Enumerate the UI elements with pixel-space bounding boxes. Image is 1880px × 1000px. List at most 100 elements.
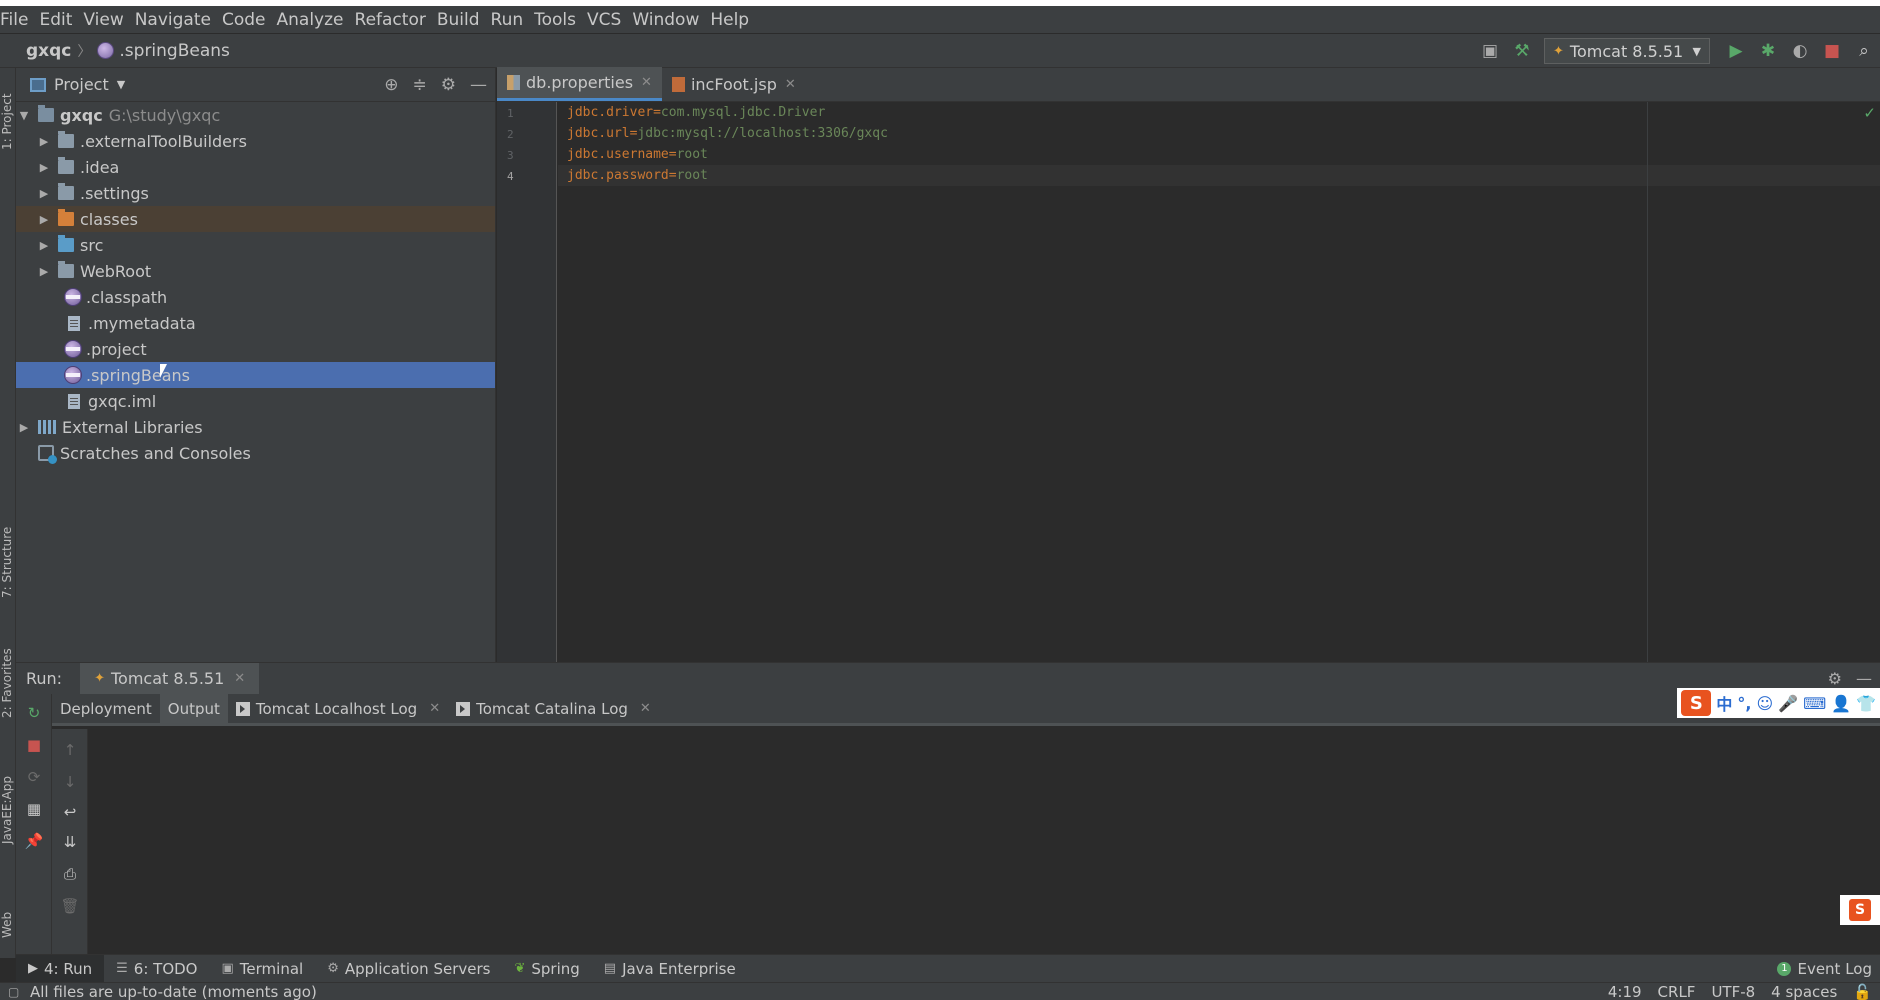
scroll-to-end-icon[interactable]: ⇊ — [61, 833, 79, 851]
tree-row-external-libraries[interactable]: ▶ External Libraries — [16, 414, 495, 440]
clear-icon[interactable]: 🗑 — [60, 897, 79, 915]
inspection-ok-icon[interactable]: ✓ — [1863, 104, 1876, 122]
event-log-button[interactable]: 1 Event Log — [1777, 960, 1872, 978]
stop-icon[interactable]: ■ — [25, 736, 43, 754]
subtab-deployment[interactable]: Deployment — [52, 694, 160, 723]
console-output[interactable] — [88, 729, 1880, 954]
menu-vcs[interactable]: VCS — [584, 10, 629, 30]
gear-icon[interactable]: ⚙ — [441, 75, 456, 95]
indent-setting[interactable]: 4 spaces — [1771, 983, 1837, 1000]
tree-row-externaltoolbuilders[interactable]: ▶ .externalToolBuilders — [16, 128, 495, 154]
subtab-output[interactable]: Output — [159, 694, 228, 723]
menu-view[interactable]: View — [80, 10, 131, 30]
microphone-icon[interactable]: 🎤 — [1778, 694, 1798, 713]
menu-run[interactable]: Run — [488, 10, 532, 30]
tool-tab-web[interactable]: Web — [0, 912, 14, 938]
menu-help[interactable]: Help — [707, 10, 757, 30]
user-icon[interactable]: 👤 — [1831, 694, 1851, 713]
file-encoding[interactable]: UTF-8 — [1711, 983, 1755, 1000]
tool-tab-structure[interactable]: 7: Structure — [0, 527, 14, 598]
ime-mini-logo[interactable]: S — [1840, 895, 1880, 925]
tool-application-servers[interactable]: ⚙ Application Servers — [315, 955, 502, 983]
subtab-catalina-log[interactable]: Tomcat Catalina Log ✕ — [448, 694, 659, 723]
run-configuration-select[interactable]: ✦ Tomcat 8.5.51 ▼ — [1544, 38, 1710, 64]
lock-icon[interactable]: 🔓 — [1853, 983, 1872, 1000]
build-hammer-icon[interactable]: ⚒ — [1508, 37, 1536, 65]
tree-row-mymetadata[interactable]: .mymetadata — [16, 310, 495, 336]
rerun-icon[interactable]: ↻ — [25, 704, 43, 722]
subtab-localhost-log[interactable]: Tomcat Localhost Log ✕ — [228, 694, 448, 723]
tree-row-gxqc-iml[interactable]: gxqc.iml — [16, 388, 495, 414]
minimize-icon[interactable]: — — [1856, 669, 1872, 688]
tool-java-enterprise[interactable]: ▤ Java Enterprise — [592, 955, 748, 983]
collapsed-arrow-icon[interactable]: ▶ — [36, 239, 52, 252]
menu-window[interactable]: Window — [629, 10, 707, 30]
skin-icon[interactable]: 👕 — [1856, 694, 1876, 713]
tool-spring[interactable]: ❦ Spring — [502, 955, 591, 983]
collapsed-arrow-icon[interactable]: ▶ — [16, 421, 32, 434]
breadcrumb-project[interactable]: gxqc — [26, 41, 71, 61]
collapse-all-icon[interactable]: ≑ — [413, 75, 427, 95]
coverage-icon[interactable]: ◐ — [1786, 37, 1814, 65]
collapsed-arrow-icon[interactable]: ▶ — [36, 135, 52, 148]
menu-build[interactable]: Build — [434, 10, 488, 30]
tree-row-webroot[interactable]: ▶ WebRoot — [16, 258, 495, 284]
tree-row-idea[interactable]: ▶ .idea — [16, 154, 495, 180]
keyboard-icon[interactable]: ⌨ — [1803, 694, 1826, 713]
scroll-up-icon[interactable]: ↑ — [61, 741, 79, 759]
run-tab-tomcat[interactable]: ✦ Tomcat 8.5.51 ✕ — [80, 662, 260, 695]
pin-icon[interactable]: 📌 — [25, 832, 44, 850]
status-toggle-icon[interactable]: ▢ — [8, 985, 19, 999]
project-view-selector[interactable]: Project ▼ — [30, 75, 125, 94]
ime-logo[interactable]: S — [1681, 690, 1712, 716]
code-editor[interactable]: 1 2 3 4 jdbc.driver=com.mysql.jdbc.Drive… — [497, 102, 1880, 662]
stop-icon[interactable]: ■ — [1818, 37, 1846, 65]
debug-icon[interactable]: ✱ — [1754, 37, 1782, 65]
tab-incfoot-jsp[interactable]: incFoot.jsp ✕ — [662, 67, 806, 101]
expanded-arrow-icon[interactable]: ▼ — [16, 109, 32, 122]
tree-row-src[interactable]: ▶ src — [16, 232, 495, 258]
tree-row-classes[interactable]: ▶ classes — [16, 206, 495, 232]
collapsed-arrow-icon[interactable]: ▶ — [36, 265, 52, 278]
line-separator[interactable]: CRLF — [1658, 983, 1696, 1000]
tree-row-scratches[interactable]: Scratches and Consoles — [16, 440, 495, 466]
minimize-icon[interactable]: — — [470, 75, 487, 95]
collapsed-arrow-icon[interactable]: ▶ — [36, 161, 52, 174]
print-icon[interactable]: ⎙ — [61, 865, 79, 883]
close-icon[interactable]: ✕ — [640, 701, 651, 716]
tab-db-properties[interactable]: db.properties ✕ — [497, 67, 662, 101]
breadcrumb-file[interactable]: .springBeans — [119, 41, 230, 61]
update-app-icon[interactable]: ⟳ — [25, 768, 43, 786]
menu-refactor[interactable]: Refactor — [352, 10, 434, 30]
collapsed-arrow-icon[interactable]: ▶ — [36, 187, 52, 200]
tree-row-settings[interactable]: ▶ .settings — [16, 180, 495, 206]
close-icon[interactable]: ✕ — [234, 671, 245, 686]
emoji-icon[interactable]: ☺ — [1756, 694, 1773, 713]
menu-code[interactable]: Code — [219, 10, 274, 30]
menu-file[interactable]: File — [0, 10, 36, 30]
tool-todo[interactable]: ☰ 6: TODO — [104, 955, 209, 983]
tree-row-project[interactable]: .project — [16, 336, 495, 362]
menu-tools[interactable]: Tools — [531, 10, 584, 30]
scroll-down-icon[interactable]: ↓ — [61, 773, 79, 791]
tool-tab-project[interactable]: 1: Project — [0, 93, 14, 150]
tree-row-classpath[interactable]: .classpath — [16, 284, 495, 310]
tool-tab-favorites[interactable]: 2: Favorites — [0, 648, 14, 718]
locate-icon[interactable]: ⊕ — [384, 75, 398, 95]
tree-row-springbeans[interactable]: .springBeans — [16, 362, 495, 388]
close-icon[interactable]: ✕ — [429, 701, 440, 716]
menu-edit[interactable]: Edit — [36, 10, 80, 30]
tool-terminal[interactable]: ▣ Terminal — [210, 955, 316, 983]
project-structure-icon[interactable]: ▣ — [1476, 37, 1504, 65]
menu-navigate[interactable]: Navigate — [132, 10, 219, 30]
caret-position[interactable]: 4:19 — [1608, 983, 1642, 1000]
soft-wrap-icon[interactable]: ↩ — [61, 803, 79, 821]
close-icon[interactable]: ✕ — [785, 77, 796, 92]
ime-mode[interactable]: 中 — [1716, 691, 1732, 715]
layout-icon[interactable]: ▦ — [25, 800, 43, 818]
run-icon[interactable]: ▶ — [1722, 37, 1750, 65]
menu-analyze[interactable]: Analyze — [274, 10, 352, 30]
punctuation-icon[interactable]: °, — [1737, 694, 1751, 713]
gear-icon[interactable]: ⚙ — [1828, 669, 1842, 688]
search-icon[interactable]: ⌕ — [1850, 37, 1878, 65]
